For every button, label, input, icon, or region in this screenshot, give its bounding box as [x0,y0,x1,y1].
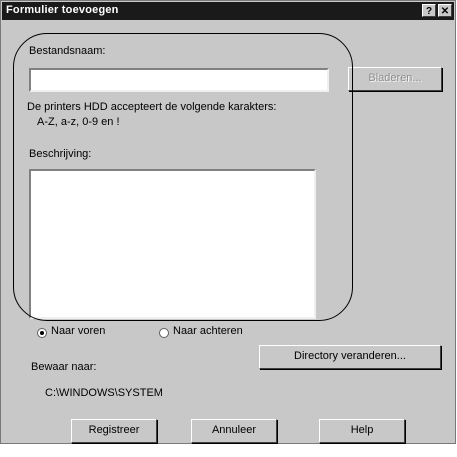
radio-naar-voren[interactable] [37,328,47,338]
radio-naar-voren-label[interactable]: Naar voren [51,325,105,337]
cancel-button[interactable]: Annuleer [191,419,277,443]
register-button[interactable]: Registreer [71,419,157,443]
window-title: Formulier toevoegen [6,4,119,16]
filename-label: Bestandsnaam: [29,45,106,57]
save-path: C:\WINDOWS\SYSTEM [45,387,163,399]
allowed-chars-list: A-Z, a-z, 0-9 en ! [37,116,120,128]
radio-naar-achteren[interactable] [159,328,169,338]
allowed-chars-info: De printers HDD accepteert de volgende k… [27,101,277,113]
save-to-label: Bewaar naar: [31,361,97,373]
browse-button[interactable]: Bladeren... [348,67,442,91]
change-directory-button[interactable]: Directory veranderen... [259,345,441,369]
filename-input[interactable] [29,68,329,92]
help-button[interactable]: Help [319,419,405,443]
radio-selected-dot [40,331,44,335]
title-bar: Formulier toevoegen ? ✕ [2,2,454,20]
description-textarea[interactable] [29,169,316,319]
close-icon[interactable]: ✕ [438,4,452,17]
radio-naar-achteren-label[interactable]: Naar achteren [173,325,243,337]
add-form-dialog: Formulier toevoegen ? ✕ Bestandsnaam: Bl… [0,0,456,444]
description-label: Beschrijving: [29,148,92,160]
help-icon[interactable]: ? [422,4,436,17]
